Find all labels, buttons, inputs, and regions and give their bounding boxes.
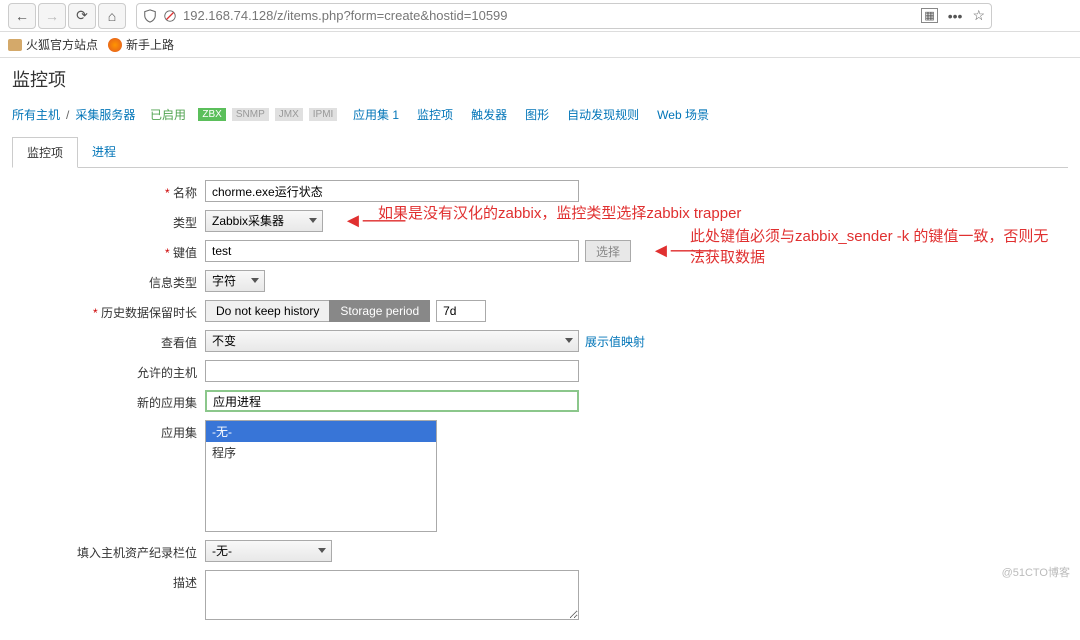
- allowed-hosts-label: 允许的主机: [0, 360, 205, 381]
- info-type-label: 信息类型: [0, 270, 205, 291]
- name-label: 名称: [0, 180, 205, 201]
- firefox-icon: [108, 38, 122, 52]
- annotation-type: 如果是没有汉化的zabbix，监控类型选择zabbix trapper: [378, 202, 741, 223]
- type-label: 类型: [0, 210, 205, 231]
- qr-icon[interactable]: ▦: [921, 8, 937, 23]
- forward-button[interactable]: →: [38, 3, 66, 29]
- tab-item[interactable]: 监控项: [12, 137, 78, 168]
- bookmark-folder[interactable]: 火狐官方站点: [8, 36, 98, 53]
- bc-items[interactable]: 监控项: [417, 106, 453, 123]
- back-button[interactable]: ←: [8, 3, 36, 29]
- annotation-key: 此处键值必须与zabbix_sender -k 的键值一致，否则无法获取数据: [690, 226, 1060, 268]
- desc-textarea[interactable]: [205, 570, 579, 620]
- list-item[interactable]: 程序: [206, 442, 436, 463]
- history-period-input[interactable]: [436, 300, 486, 322]
- bookmark-star-icon[interactable]: ☆: [972, 7, 985, 24]
- tag-zbx: ZBX: [198, 108, 225, 121]
- bc-apps[interactable]: 应用集 1: [353, 106, 399, 123]
- tag-snmp: SNMP: [232, 108, 269, 121]
- name-input[interactable]: [205, 180, 579, 202]
- url-bar[interactable]: 192.168.74.128/z/items.php?form=create&h…: [136, 3, 992, 29]
- bookmarks-bar: 火狐官方站点 新手上路: [0, 32, 1080, 58]
- home-button[interactable]: ⌂: [98, 3, 126, 29]
- info-type-select[interactable]: 字符: [205, 270, 265, 292]
- folder-icon: [8, 39, 22, 51]
- type-select[interactable]: Zabbix采集器: [205, 210, 323, 232]
- inventory-label: 填入主机资产纪录栏位: [0, 540, 205, 561]
- allowed-hosts-input[interactable]: [205, 360, 579, 382]
- app-label: 应用集: [0, 420, 205, 441]
- new-app-input[interactable]: [205, 390, 579, 412]
- key-select-button[interactable]: 选择: [585, 240, 631, 262]
- blocked-icon: [163, 9, 177, 23]
- history-label: 历史数据保留时长: [0, 300, 205, 321]
- new-app-label: 新的应用集: [0, 390, 205, 411]
- more-icon[interactable]: •••: [948, 8, 963, 24]
- key-input[interactable]: [205, 240, 579, 262]
- lookup-select[interactable]: 不变: [205, 330, 579, 352]
- url-text: 192.168.74.128/z/items.php?form=create&h…: [183, 8, 915, 23]
- bc-graphs[interactable]: 图形: [525, 106, 549, 123]
- bc-enabled: 已启用: [150, 106, 186, 123]
- bc-web[interactable]: Web 场景: [657, 106, 709, 123]
- inventory-select[interactable]: -无-: [205, 540, 332, 562]
- bookmark-getting-started[interactable]: 新手上路: [108, 36, 174, 53]
- bc-discovery[interactable]: 自动发现规则: [567, 106, 639, 123]
- tab-process[interactable]: 进程: [78, 137, 130, 167]
- list-item[interactable]: -无-: [206, 421, 436, 442]
- page-title: 监控项: [0, 58, 1080, 100]
- bc-host[interactable]: 采集服务器: [75, 106, 135, 123]
- breadcrumb: 所有主机 / 采集服务器 已启用 ZBX SNMP JMX IPMI 应用集 1…: [0, 100, 1080, 129]
- key-label: 键值: [0, 240, 205, 261]
- form-area: 名称 类型 Zabbix采集器 ◄─── 如果是没有汉化的zabbix，监控类型…: [0, 168, 1080, 640]
- browser-toolbar: ← → ⟳ ⌂ 192.168.74.128/z/items.php?form=…: [0, 0, 1080, 32]
- history-no-keep-button[interactable]: Do not keep history: [205, 300, 330, 322]
- desc-label: 描述: [0, 570, 205, 591]
- tabs: 监控项 进程: [12, 137, 1068, 168]
- tag-jmx: JMX: [275, 108, 303, 121]
- reload-button[interactable]: ⟳: [68, 3, 96, 29]
- bc-all-hosts[interactable]: 所有主机: [12, 106, 60, 123]
- watermark: @51CTO博客: [1002, 564, 1070, 580]
- history-storage-button[interactable]: Storage period: [329, 300, 430, 322]
- lookup-mappings-link[interactable]: 展示值映射: [585, 333, 645, 350]
- app-listbox[interactable]: -无- 程序: [205, 420, 437, 532]
- tag-ipmi: IPMI: [309, 108, 338, 121]
- shield-icon: [143, 9, 157, 23]
- lookup-label: 查看值: [0, 330, 205, 351]
- bc-triggers[interactable]: 触发器: [471, 106, 507, 123]
